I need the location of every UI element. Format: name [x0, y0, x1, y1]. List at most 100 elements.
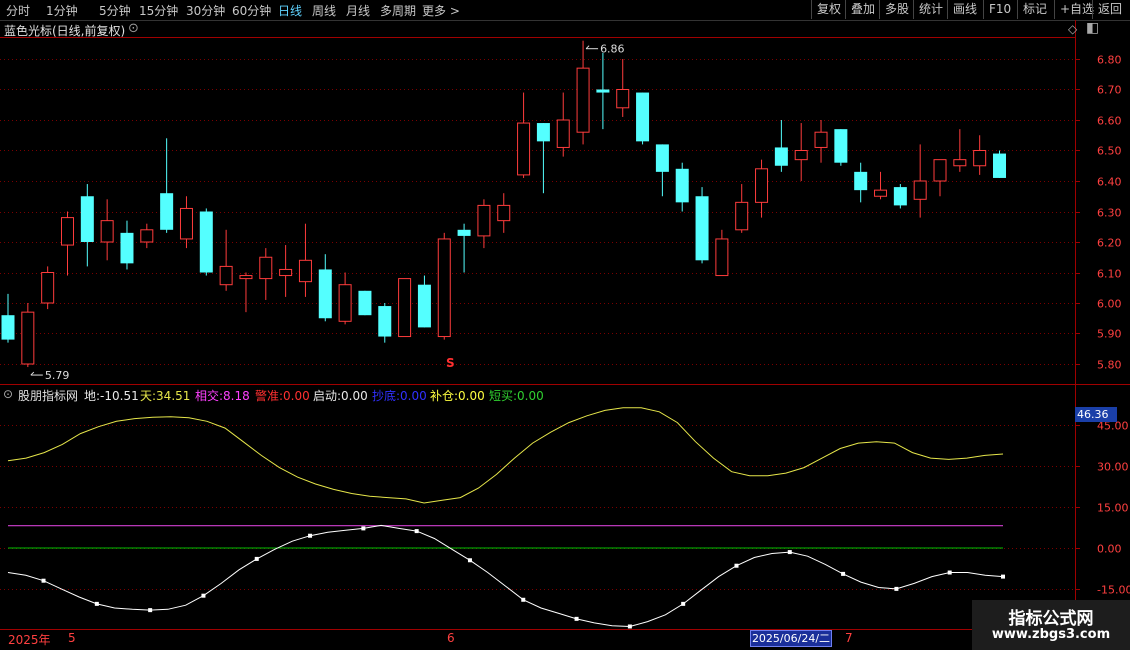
chaodi-legend: 抄底:0.00 [372, 387, 427, 404]
candle-body [993, 153, 1006, 178]
candle-body [953, 159, 967, 167]
xiangjiao-legend: 相交:8.18 [195, 387, 250, 404]
candle-body [477, 204, 491, 237]
candle-body [655, 144, 669, 172]
di-dot [414, 529, 419, 534]
di-dot [787, 550, 792, 555]
di-dot [361, 526, 366, 531]
di-dot [467, 558, 472, 563]
duanmai-label: 短买: [489, 389, 518, 403]
candle-body [755, 168, 769, 203]
di-line [7, 524, 1004, 628]
price-tick-label: 6.20 [1097, 237, 1122, 250]
di-dot [254, 556, 259, 561]
x-label-year: 2025年 [8, 633, 51, 647]
candle-body [219, 265, 233, 286]
price-tick-label: 6.10 [1097, 268, 1122, 281]
di-dot [734, 563, 739, 568]
diamond-icon[interactable]: ◇ [1068, 22, 1077, 36]
bucang-value: 0.00 [458, 389, 485, 403]
candle-body [199, 211, 213, 273]
candle-body [616, 89, 630, 109]
bucang-label: 补仓: [430, 389, 459, 403]
indicator-dropdown-icon[interactable]: ⊙ [3, 387, 13, 401]
candle-body [636, 92, 650, 142]
tian-legend: 天:34.51 [140, 387, 190, 404]
candle-body [60, 217, 74, 246]
candle-body [1, 315, 15, 340]
candle-body [358, 290, 372, 316]
candle-body [794, 150, 808, 161]
candle-body [160, 193, 174, 230]
candle-body [378, 306, 392, 337]
candle-body [21, 311, 35, 365]
chaodi-value: 0.00 [400, 389, 427, 403]
watermark: 指标公式网 www.zbgs3.com [972, 600, 1130, 650]
indicator-name: 股朋指标网 [18, 389, 79, 403]
candle-body [874, 189, 888, 197]
price-tick-label: 5.80 [1097, 359, 1122, 372]
indicator-tick-label: 30.00 [1097, 461, 1129, 474]
price-tick-label: 6.50 [1097, 145, 1122, 158]
cursor-date-tag: 2025/06/24/二 [750, 630, 832, 647]
di-dot [308, 533, 313, 538]
price-tick-label: 6.40 [1097, 176, 1122, 189]
price-annotation: 5.79 [45, 369, 70, 382]
candle-body [298, 259, 312, 283]
candle-body [695, 196, 709, 261]
candle-body [100, 220, 114, 243]
candle-body [675, 168, 689, 203]
xiangjiao-value: 8.18 [223, 389, 250, 403]
candle-body [814, 131, 828, 148]
candle-body [715, 238, 729, 277]
di-label: 地: [84, 389, 101, 403]
price-tick-label: 6.70 [1097, 84, 1122, 97]
price-tick-label: 6.00 [1097, 298, 1122, 311]
tian-value: 34.51 [156, 389, 191, 403]
stock-title: 蓝色光标(日线,前复权) [4, 24, 126, 38]
candle-body [517, 122, 531, 176]
di-dot [894, 586, 899, 591]
chaodi-label: 抄底: [372, 389, 401, 403]
candle-body [933, 159, 947, 182]
duanmai-legend: 短买:0.00 [489, 387, 544, 404]
candle-body [338, 284, 352, 322]
di-dot [681, 601, 686, 606]
watermark-url: www.zbgs3.com [991, 627, 1111, 642]
price-tick-label: 5.90 [1097, 328, 1122, 341]
qidong-label: 启动: [313, 389, 342, 403]
candle-body [497, 204, 511, 222]
tian-label: 天: [140, 389, 157, 403]
price-tick-label: 6.60 [1097, 115, 1122, 128]
candle-body [318, 269, 332, 319]
candle-body [80, 196, 94, 242]
candle-body [179, 207, 193, 240]
di-dot [841, 571, 846, 576]
di-dot [947, 570, 952, 575]
jingzhun-label: 警准: [255, 389, 284, 403]
title-dropdown-icon[interactable]: ⊙ [128, 21, 139, 36]
qidong-legend: 启动:0.00 [313, 387, 368, 404]
bucang-legend: 补仓:0.00 [430, 387, 485, 404]
candle-body [735, 201, 749, 231]
chart-canvas[interactable]: 6.80 6.70 6.60 6.50 6.40 6.30 6.20 6.10 6.00 5.90… [0, 0, 1130, 650]
price-tick-label: 6.80 [1097, 54, 1122, 67]
price-tick-label: 6.30 [1097, 207, 1122, 220]
candle-body [596, 89, 610, 93]
candle-body [834, 129, 848, 163]
indicator-tick-label: 15.00 [1097, 502, 1129, 515]
indicator-tick-label: -15.00 [1097, 584, 1130, 597]
candle-body [913, 180, 927, 200]
qidong-value: 0.00 [341, 389, 368, 403]
signal-mark: S [446, 356, 455, 370]
candle-body [457, 229, 471, 236]
jingzhun-value: 0.00 [283, 389, 310, 403]
di-dot [1001, 574, 1005, 579]
di-dot [148, 608, 153, 613]
panel-toggle-icon[interactable]: ◧ [1086, 20, 1099, 36]
candle-body [536, 123, 550, 142]
candle-body [556, 119, 570, 148]
candle-body [854, 171, 868, 191]
di-legend: 地:-10.51 [84, 387, 139, 404]
candle-body [140, 229, 154, 243]
